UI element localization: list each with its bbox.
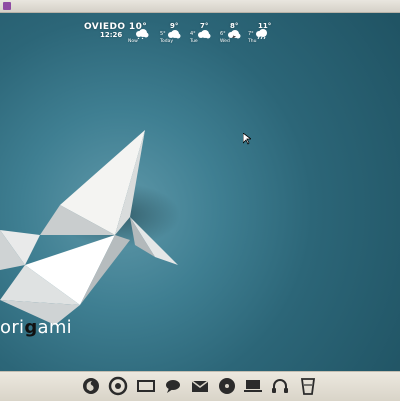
chat-icon[interactable] bbox=[163, 376, 183, 396]
laptop-icon[interactable] bbox=[243, 376, 263, 396]
rain-cloud-icon bbox=[136, 29, 149, 39]
forecast-low: 6° bbox=[220, 31, 226, 37]
origami-logo: origami bbox=[0, 317, 72, 338]
mouse-cursor-icon bbox=[243, 133, 251, 145]
weather-time: 12:26 bbox=[100, 31, 123, 39]
forecast-day-3: 8° 6° Wed bbox=[220, 22, 248, 46]
logo-text: ori bbox=[0, 317, 25, 338]
chrome-icon[interactable] bbox=[108, 376, 128, 396]
storm-cloud-icon bbox=[228, 30, 241, 39]
rain-icon bbox=[256, 29, 267, 39]
monitor-icon[interactable] bbox=[136, 376, 156, 396]
logo-text: ami bbox=[37, 317, 72, 338]
logo-accent: g bbox=[24, 317, 38, 338]
forecast-low: 7° bbox=[248, 31, 254, 37]
cloud-icon bbox=[168, 30, 181, 39]
dock bbox=[0, 371, 400, 401]
forecast-day-label: Today bbox=[160, 39, 174, 44]
forecast-day-label: Tue bbox=[190, 39, 198, 44]
forecast-day-4: 11° 7° Thu bbox=[248, 22, 276, 46]
forecast-day-1: 9° 5° Today bbox=[160, 22, 188, 46]
trash-icon[interactable] bbox=[298, 376, 318, 396]
forecast-low: 5° bbox=[160, 31, 166, 37]
app-launcher-icon[interactable] bbox=[3, 2, 11, 10]
forecast-day-2: 7° 4° Tue bbox=[190, 22, 218, 46]
origami-crane-image bbox=[0, 130, 180, 325]
forecast-day-label: Thu bbox=[248, 39, 257, 44]
forecast-day-label: Now bbox=[128, 39, 138, 44]
mail-icon[interactable] bbox=[190, 376, 210, 396]
music-disc-icon[interactable] bbox=[217, 376, 237, 396]
cloud-icon bbox=[198, 30, 211, 39]
forecast-day-0: Now bbox=[128, 22, 156, 46]
top-panel bbox=[0, 0, 400, 13]
weather-widget: OVIEDO 10° 12:26 Now 9° 5° Today 7° 4° T… bbox=[84, 22, 274, 46]
headphones-icon[interactable] bbox=[270, 376, 290, 396]
forecast-low: 4° bbox=[190, 31, 196, 37]
forecast-day-label: Wed bbox=[220, 39, 230, 44]
firefox-icon[interactable] bbox=[81, 376, 101, 396]
